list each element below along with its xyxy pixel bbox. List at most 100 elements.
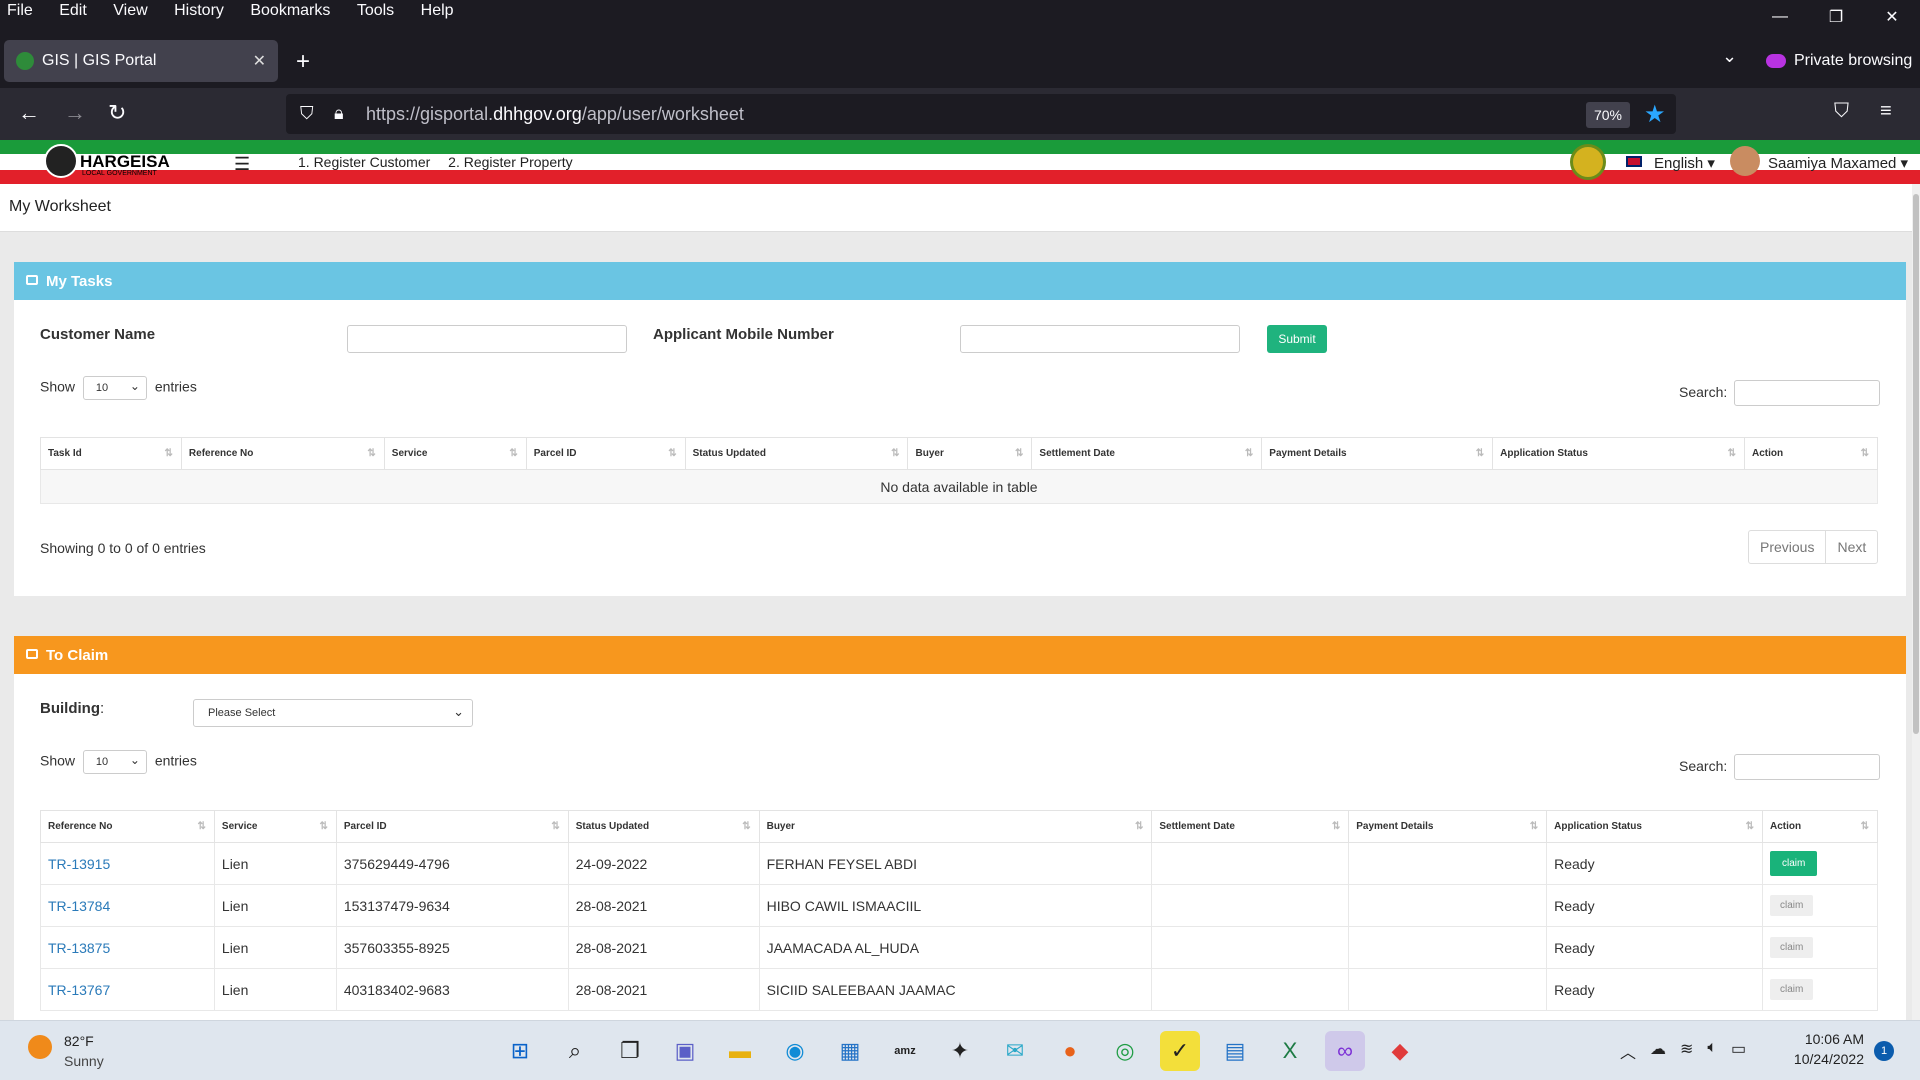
list-tabs-icon[interactable]: ⌄ (1722, 46, 1737, 67)
dropbox-icon[interactable]: ✦ (940, 1031, 980, 1071)
previous-button[interactable]: Previous (1749, 531, 1825, 563)
claim-search-input[interactable] (1734, 754, 1880, 780)
col-settlement-date[interactable]: Settlement Date ⇅ (1151, 810, 1350, 843)
security-icon[interactable]: ☁ (1650, 1039, 1666, 1063)
menu-tools[interactable]: Tools (357, 2, 394, 19)
teams-chat-icon[interactable]: ▣ (665, 1031, 705, 1071)
forward-icon[interactable]: → (64, 100, 86, 126)
col-parcel-id[interactable]: Parcel ID ⇅ (525, 437, 686, 470)
bookmark-star-icon[interactable]: ★ (1644, 100, 1666, 129)
col-service[interactable]: Service ⇅ (383, 437, 527, 470)
zoom-level[interactable]: 70% (1586, 102, 1630, 128)
claim-button[interactable]: claim (1769, 937, 1814, 958)
volume-icon[interactable]: 🔈︎ (1707, 1039, 1717, 1063)
table-info: Showing 0 to 0 of 0 entries (40, 540, 206, 556)
col-settlement-date[interactable]: Settlement Date ⇅ (1031, 437, 1263, 470)
mobile-number-input[interactable] (960, 325, 1240, 353)
hargeisa-logo-icon[interactable] (44, 144, 78, 178)
notification-badge[interactable]: 1 (1874, 1041, 1894, 1061)
menu-bookmarks[interactable]: Bookmarks (250, 2, 330, 19)
page-length-select[interactable]: 10 (82, 750, 147, 774)
task-view-icon[interactable]: ❐ (610, 1031, 650, 1071)
wifi-icon[interactable]: ≋ (1680, 1039, 1693, 1063)
tasks-search-input[interactable] (1734, 380, 1880, 406)
page-scrollbar[interactable] (1912, 184, 1920, 1020)
language-dropdown[interactable]: English ▾ (1654, 154, 1715, 172)
nav-register-customer[interactable]: 1. Register Customer (298, 154, 430, 170)
mail-icon[interactable]: ✉ (995, 1031, 1035, 1071)
firefox-icon[interactable]: ● (1050, 1031, 1090, 1071)
col-application-status[interactable]: Application Status ⇅ (1546, 810, 1763, 843)
col-reference-no[interactable]: Reference No ⇅ (180, 437, 385, 470)
new-tab-icon[interactable]: + (296, 48, 310, 76)
col-task-id[interactable]: Task Id ⇅ (40, 437, 182, 470)
weather-condition[interactable]: Sunny (64, 1053, 104, 1069)
microsoft-store-icon[interactable]: ▦ (830, 1031, 870, 1071)
back-icon[interactable]: ← (18, 100, 40, 126)
shield-icon[interactable]: ⛉ (300, 103, 314, 124)
pocket-icon[interactable]: ⛉ (1834, 100, 1849, 123)
reference-link[interactable]: TR-13915 (40, 842, 215, 885)
reference-link[interactable]: TR-13875 (40, 926, 215, 969)
claim-button[interactable]: claim (1769, 851, 1818, 876)
customer-name-input[interactable] (347, 325, 627, 353)
col-application-status[interactable]: Application Status ⇅ (1492, 437, 1745, 470)
user-avatar[interactable] (1730, 146, 1760, 176)
clock-date[interactable]: 10/24/2022 (1778, 1051, 1864, 1067)
file-explorer-icon[interactable]: ▬ (720, 1031, 760, 1071)
firefox-private-icon[interactable]: ∞ (1325, 1031, 1365, 1071)
notepad-icon[interactable]: ▤ (1215, 1031, 1255, 1071)
reference-link[interactable]: TR-13767 (40, 968, 215, 1011)
col-reference-no[interactable]: Reference No ⇅ (40, 810, 215, 843)
col-status-updated[interactable]: Status Updated ⇅ (684, 437, 909, 470)
edge-icon[interactable]: ◉ (775, 1031, 815, 1071)
excel-icon[interactable]: X (1270, 1031, 1310, 1071)
col-service[interactable]: Service ⇅ (213, 810, 337, 843)
col-status-updated[interactable]: Status Updated ⇅ (567, 810, 760, 843)
page-length-select[interactable]: 10 (82, 376, 147, 400)
col-buyer[interactable]: Buyer ⇅ (758, 810, 1153, 843)
todo-app-icon[interactable]: ✓ (1160, 1031, 1200, 1071)
show-hidden-icons-icon[interactable]: ︿ (1620, 1039, 1636, 1063)
amazon-icon[interactable]: amz (885, 1031, 925, 1071)
building-select[interactable]: Please Select (193, 699, 473, 727)
clock-time[interactable]: 10:06 AM (1784, 1031, 1864, 1047)
scrollbar-thumb[interactable] (1913, 194, 1919, 734)
chrome-icon[interactable]: ◎ (1105, 1031, 1145, 1071)
reload-icon[interactable]: ↻ (108, 100, 126, 126)
user-menu[interactable]: Saamiya Maxamed ▾ (1768, 154, 1908, 172)
col-payment-details[interactable]: Payment Details ⇅ (1348, 810, 1548, 843)
col-payment-details[interactable]: Payment Details ⇅ (1261, 437, 1494, 470)
search-icon[interactable]: ⌕ (555, 1031, 595, 1071)
menu-view[interactable]: View (113, 2, 147, 19)
menu-file[interactable]: File (7, 2, 33, 19)
col-buyer[interactable]: Buyer ⇅ (907, 437, 1033, 470)
anydesk-icon[interactable]: ◆ (1380, 1031, 1420, 1071)
claim-button[interactable]: claim (1769, 895, 1814, 916)
next-button[interactable]: Next (1825, 531, 1877, 563)
col-action[interactable]: Action ⇅ (1761, 810, 1879, 843)
url-text[interactable]: https://gisportal.dhhgov.org/app/user/wo… (366, 104, 744, 125)
lock-icon[interactable]: 🔒︎ (334, 103, 344, 124)
col-parcel-id[interactable]: Parcel ID ⇅ (335, 810, 569, 843)
windows-start-icon[interactable]: ⊞ (500, 1031, 540, 1071)
close-tab-icon[interactable]: ✕ (253, 51, 266, 71)
menu-help[interactable]: Help (421, 2, 454, 19)
nav-register-property[interactable]: 2. Register Property (448, 154, 573, 170)
claim-button[interactable]: claim (1769, 979, 1814, 1000)
sun-icon[interactable] (28, 1035, 52, 1059)
weather-temperature[interactable]: 82°F (64, 1033, 94, 1049)
logo-text[interactable]: HARGEISA (80, 152, 170, 172)
mobile-number-label: Applicant Mobile Number (653, 326, 834, 343)
government-seal-icon (1570, 144, 1606, 180)
hamburger-menu-icon[interactable]: ☰ (234, 154, 250, 175)
menu-edit[interactable]: Edit (59, 2, 87, 19)
url-bar[interactable]: ⛉ 🔒︎ https://gisportal.dhhgov.org/app/us… (286, 94, 1676, 134)
reference-link[interactable]: TR-13784 (40, 884, 215, 927)
col-action[interactable]: Action ⇅ (1744, 437, 1878, 470)
submit-button[interactable]: Submit (1267, 325, 1327, 353)
app-menu-icon[interactable]: ≡ (1880, 100, 1892, 123)
browser-tab[interactable]: GIS | GIS Portal ✕ (4, 40, 278, 82)
menu-history[interactable]: History (174, 2, 224, 19)
battery-icon[interactable]: ▭ (1731, 1039, 1746, 1063)
